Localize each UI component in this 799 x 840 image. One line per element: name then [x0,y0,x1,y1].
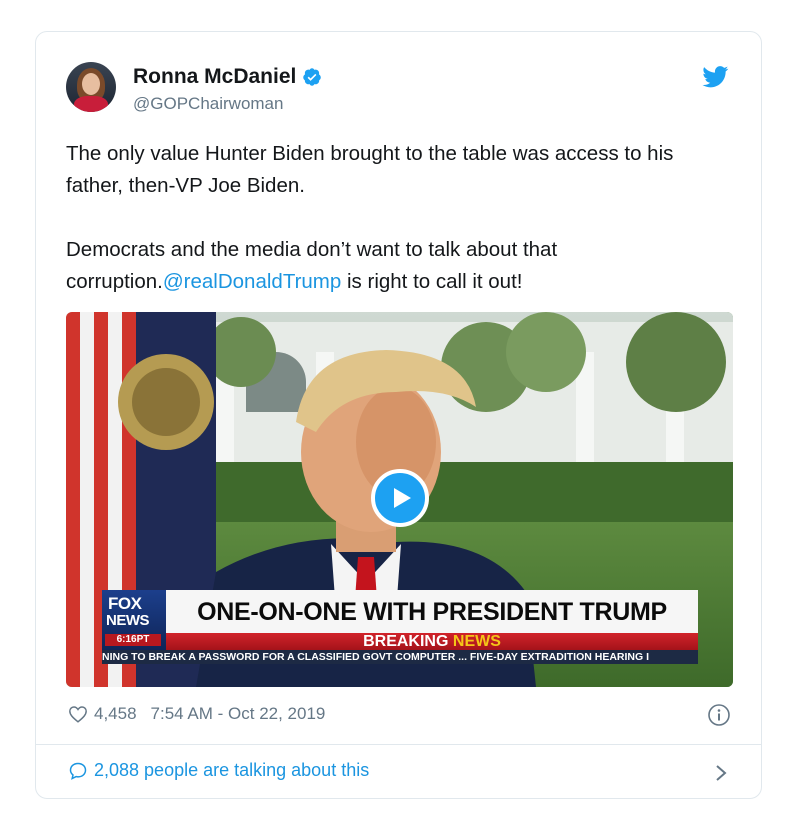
info-icon[interactable] [707,703,731,727]
conversation-link[interactable]: 2,088 people are talking about this [68,760,369,781]
chyron-title: ONE-ON-ONE WITH PRESIDENT TRUMP [166,590,698,634]
chevron-right-icon[interactable] [715,764,727,782]
breaking-news-bar: BREAKING NEWS [166,633,698,650]
author-name-row[interactable]: Ronna McDaniel [133,65,322,89]
conversation-count[interactable]: 2,088 people are talking about this [94,760,369,781]
tweet-card[interactable]: Ronna McDaniel @GOPChairwoman The only v… [35,31,762,799]
twitter-bird-icon[interactable] [702,66,729,88]
play-icon [394,488,411,508]
speech-bubble-icon [69,762,87,780]
like-count[interactable]: 4,458 [94,704,137,724]
verified-badge-icon [303,68,322,86]
video-thumbnail[interactable]: FOX NEWS 6:16PT ONE-ON-ONE WITH PRESIDEN… [66,312,733,687]
tweet-meta: 4,458 7:54 AM - Oct 22, 2019 [68,704,325,724]
divider [36,744,761,745]
news-ticker: NING TO BREAK A PASSWORD FOR A CLASSIFIE… [102,650,698,664]
play-button[interactable] [371,469,429,527]
tweet-text: The only value Hunter Biden brought to t… [66,138,736,298]
heart-icon[interactable] [68,705,88,723]
tweet-paragraph-1: The only value Hunter Biden brought to t… [66,142,674,197]
author-handle[interactable]: @GOPChairwoman [133,94,283,114]
avatar[interactable] [66,62,116,112]
author-name[interactable]: Ronna McDaniel [133,65,296,89]
mention-link[interactable]: @realDonaldTrump [163,270,341,293]
timestamp[interactable]: 7:54 AM - Oct 22, 2019 [151,704,326,724]
tweet-paragraph-2: Democrats and the media don’t want to ta… [66,238,558,293]
fox-news-logo: FOX NEWS 6:16PT [102,590,166,650]
